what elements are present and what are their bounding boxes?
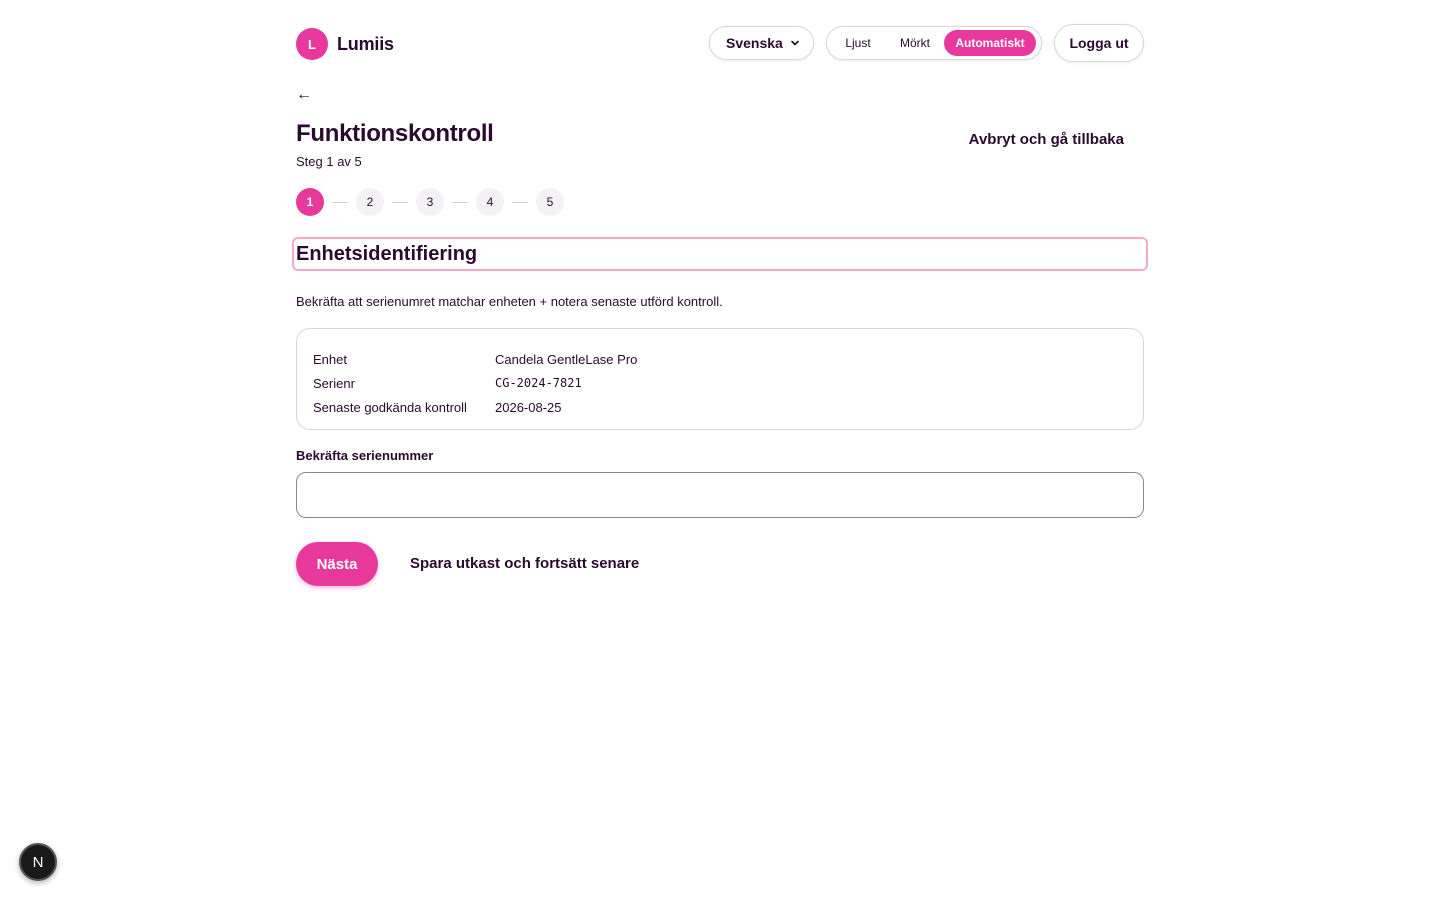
info-row-serial: Serienr CG-2024-7821 xyxy=(313,371,1127,395)
dev-badge-letter: N xyxy=(32,853,44,871)
theme-option-light[interactable]: Ljust xyxy=(830,30,886,56)
theme-option-dark[interactable]: Mörkt xyxy=(886,30,944,56)
step-connector xyxy=(332,201,348,203)
dev-tools-badge[interactable]: N xyxy=(19,843,57,881)
step-connector xyxy=(452,201,468,203)
page-title: Funktionskontroll xyxy=(296,120,494,147)
theme-option-auto[interactable]: Automatiskt xyxy=(944,30,1036,56)
serial-number-input[interactable] xyxy=(296,472,1144,518)
section-description: Bekräfta att serienumret matchar enheten… xyxy=(296,294,723,309)
step-5: 5 xyxy=(536,188,564,216)
info-value-serial: CG-2024-7821 xyxy=(495,376,582,390)
brand-name: Lumiis xyxy=(337,33,394,54)
brand-logo: L xyxy=(296,28,328,60)
step-1: 1 xyxy=(296,188,324,216)
stepper: 1 2 3 4 5 xyxy=(296,188,564,216)
step-2: 2 xyxy=(356,188,384,216)
brand[interactable]: L Lumiis xyxy=(296,28,394,60)
page: L Lumiis Svenska Ljust Mörkt Automatiskt… xyxy=(0,0,1440,900)
back-arrow-icon[interactable]: ← xyxy=(296,86,312,104)
section-title: Enhetsidentifiering xyxy=(292,237,1148,271)
info-value: Candela GentleLase Pro xyxy=(495,351,638,367)
serial-field-label: Bekräfta serienummer xyxy=(296,448,434,463)
cancel-button[interactable]: Avbryt och gå tillbaka xyxy=(969,131,1124,148)
language-select[interactable]: Svenska xyxy=(709,26,814,60)
chevron-down-icon xyxy=(791,40,799,46)
info-row-device: Enhet Candela GentleLase Pro xyxy=(313,347,1127,371)
info-row-last-check: Senaste godkända kontroll 2026-08-25 xyxy=(313,395,1127,419)
logout-button[interactable]: Logga ut xyxy=(1054,24,1144,62)
step-connector xyxy=(512,201,528,203)
device-info-card: Enhet Candela GentleLase Pro Serienr CG-… xyxy=(296,328,1144,430)
header: L Lumiis Svenska Ljust Mörkt Automatiskt… xyxy=(296,24,1144,64)
info-label: Serienr xyxy=(313,375,355,391)
next-button[interactable]: Nästa xyxy=(296,542,378,586)
theme-toggle: Ljust Mörkt Automatiskt xyxy=(826,26,1042,60)
info-value: 2026-08-25 xyxy=(495,399,562,415)
info-label: Senaste godkända kontroll xyxy=(313,399,467,415)
step-connector xyxy=(392,201,408,203)
info-label: Enhet xyxy=(313,351,347,367)
step-3: 3 xyxy=(416,188,444,216)
step-4: 4 xyxy=(476,188,504,216)
language-select-value: Svenska xyxy=(726,35,783,51)
save-draft-button[interactable]: Spara utkast och fortsätt senare xyxy=(410,555,639,572)
step-indicator-text: Steg 1 av 5 xyxy=(296,154,362,169)
